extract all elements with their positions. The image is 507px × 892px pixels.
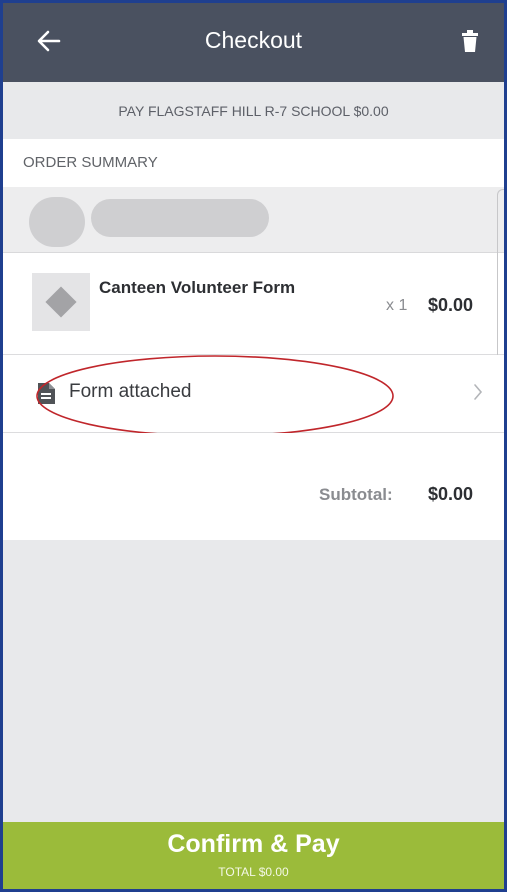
redacted-name [91, 199, 269, 237]
order-item-row: Canteen Volunteer Form x 1 $0.00 [3, 253, 504, 355]
item-quantity: x 1 [386, 297, 408, 314]
checkout-screen: Checkout PAY FLAGSTAFF HILL R-7 SCHOOL $… [3, 3, 504, 889]
subtotal-label: Subtotal: [319, 485, 393, 504]
delete-button[interactable] [453, 21, 487, 61]
scroll-indicator [497, 189, 504, 375]
confirm-pay-button[interactable]: Confirm & Pay TOTAL $0.00 [3, 822, 504, 889]
annotation-ellipse [36, 355, 394, 437]
chevron-right-icon [474, 384, 483, 400]
confirm-total-label: TOTAL $0.00 [218, 865, 289, 879]
redacted-avatar [29, 197, 85, 247]
trash-icon [462, 30, 478, 52]
app-bar: Checkout [3, 3, 504, 82]
confirm-pay-label: Confirm & Pay [167, 830, 340, 858]
item-thumbnail [32, 273, 90, 331]
item-name: Canteen Volunteer Form [99, 278, 296, 297]
redacted-user-row [3, 187, 504, 253]
page-title: Checkout [204, 27, 303, 53]
subtotal-section: Subtotal: $0.00 [3, 433, 504, 540]
pay-banner: PAY FLAGSTAFF HILL R-7 SCHOOL $0.00 [3, 82, 504, 139]
item-price: $0.00 [428, 295, 474, 315]
subtotal-value: $0.00 [428, 484, 474, 504]
diamond-placeholder-icon [45, 286, 77, 318]
order-summary-heading: ORDER SUMMARY [3, 139, 504, 187]
